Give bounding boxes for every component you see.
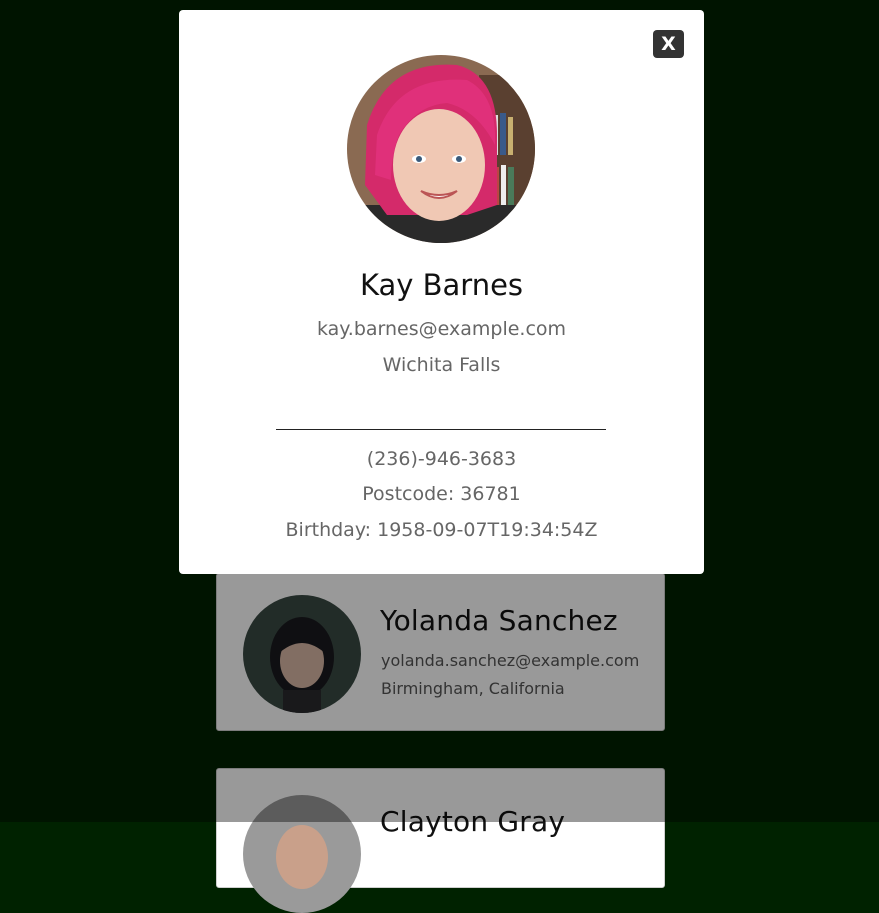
modal-user-name: Kay Barnes <box>359 268 524 302</box>
close-button[interactable]: X <box>653 30 684 58</box>
modal-user-birthday: Birthday: 1958-09-07T19:34:54Z <box>285 519 598 541</box>
divider <box>276 429 606 430</box>
user-detail-modal: X Kay Barnes kay.barnes@example.com Wich… <box>179 10 704 574</box>
modal-user-phone: (236)-946-3683 <box>366 448 517 470</box>
modal-user-postcode: Postcode: 36781 <box>362 483 521 505</box>
modal-user-email: kay.barnes@example.com <box>316 318 567 340</box>
modal-user-city: Wichita Falls <box>382 354 501 376</box>
avatar <box>347 55 535 243</box>
